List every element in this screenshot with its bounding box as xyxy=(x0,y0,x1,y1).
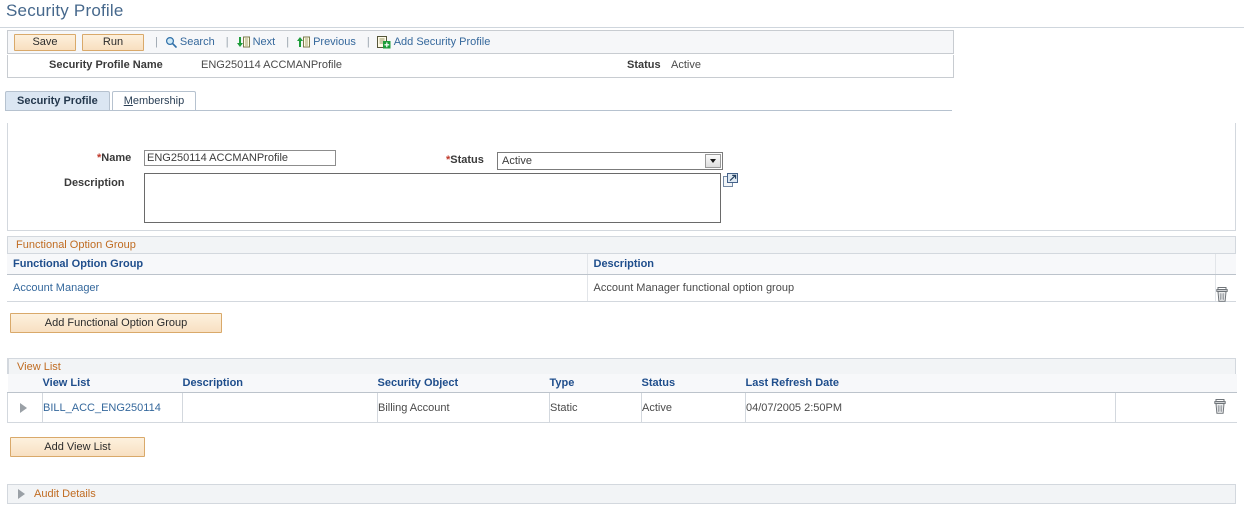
column-header-description: Description xyxy=(182,374,378,393)
table-header-row: Functional Option Group Description xyxy=(7,254,1236,275)
status-label: *Status xyxy=(446,154,484,166)
title-divider xyxy=(0,27,1244,28)
column-header-view-list: View List xyxy=(42,374,183,393)
audit-details-label: Audit Details xyxy=(34,488,96,500)
column-header-actions xyxy=(1115,374,1237,393)
record-name-label: Security Profile Name xyxy=(49,59,163,71)
previous-icon xyxy=(296,36,311,48)
section-header-functional-option-group: Functional Option Group xyxy=(7,236,1236,254)
tab-membership[interactable]: Membership xyxy=(111,91,197,111)
search-icon xyxy=(165,36,177,48)
trash-icon[interactable] xyxy=(1214,399,1226,414)
column-header-description: Description xyxy=(587,254,1216,275)
cell-description xyxy=(182,392,378,423)
column-header-status: Status xyxy=(641,374,746,393)
description-label: Description xyxy=(64,177,125,189)
table-row: Account Manager Account Manager function… xyxy=(7,274,1236,302)
add-security-profile-link[interactable]: Add Security Profile xyxy=(376,35,491,49)
functional-option-group-link[interactable]: Account Manager xyxy=(13,282,99,294)
chevron-right-icon[interactable] xyxy=(18,489,25,499)
search-link[interactable]: Search xyxy=(165,36,215,48)
column-header-last-refresh-date: Last Refresh Date xyxy=(745,374,1116,393)
toolbar-separator-3: | xyxy=(286,36,290,48)
chevron-right-icon[interactable] xyxy=(20,402,27,413)
chevron-down-icon[interactable] xyxy=(705,154,721,168)
expand-icon[interactable] xyxy=(723,173,738,188)
record-summary-bar: Security Profile Name ENG250114 ACCMANPr… xyxy=(7,55,954,78)
cell-functional-option-group: Account Manager xyxy=(7,274,588,302)
cell-last-refresh-date: 04/07/2005 2:50PM xyxy=(745,392,1116,423)
tab-bar: Security Profile Membership xyxy=(5,90,198,111)
description-textarea[interactable] xyxy=(144,173,721,223)
cell-expand xyxy=(7,392,43,423)
functional-option-group-table: Functional Option Group Description Acco… xyxy=(7,254,1236,302)
column-header-spacer xyxy=(7,374,43,393)
cell-type: Static xyxy=(549,392,642,423)
name-label-text: Name xyxy=(101,152,132,164)
toolbar: Save Run | Search | Next | Previous | Ad… xyxy=(7,30,954,54)
cell-status: Active xyxy=(641,392,746,423)
cell-security-object: Billing Account xyxy=(377,392,550,423)
table-row: BILL_ACC_ENG250114 Billing Account Stati… xyxy=(7,392,1237,423)
record-status-label: Status xyxy=(627,59,661,71)
tab-membership-accesskey: M xyxy=(123,95,133,107)
previous-link[interactable]: Previous xyxy=(296,36,356,48)
page-title: Security Profile xyxy=(6,1,124,20)
toolbar-separator-1: | xyxy=(155,36,158,48)
column-header-actions xyxy=(1215,254,1236,275)
table-header-row: View List Description Security Object Ty… xyxy=(7,374,1237,393)
add-functional-option-group-button[interactable]: Add Functional Option Group xyxy=(10,313,222,333)
column-header-security-object: Security Object xyxy=(377,374,550,393)
next-label: Next xyxy=(252,36,276,48)
view-list-table: View List Description Security Object Ty… xyxy=(7,374,1237,423)
tab-membership-label-rest: embership xyxy=(132,95,185,107)
status-dropdown[interactable]: Active xyxy=(497,152,723,170)
tab-bar-divider xyxy=(5,110,952,111)
save-button[interactable]: Save xyxy=(14,33,76,51)
column-header-functional-option-group: Functional Option Group xyxy=(7,254,588,275)
name-label: *Name xyxy=(97,152,131,164)
add-security-profile-label: Add Security Profile xyxy=(393,36,491,48)
add-view-list-button[interactable]: Add View List xyxy=(10,437,145,457)
run-button[interactable]: Run xyxy=(82,33,144,51)
next-link[interactable]: Next xyxy=(236,36,276,48)
record-status-value: Active xyxy=(671,59,701,71)
search-label: Search xyxy=(179,36,215,48)
toolbar-separator-2: | xyxy=(225,36,229,48)
record-name-value: ENG250114 ACCMANProfile xyxy=(201,59,343,71)
name-input[interactable] xyxy=(144,150,336,166)
add-security-profile-icon xyxy=(376,35,391,49)
tab-security-profile[interactable]: Security Profile xyxy=(5,91,110,111)
column-header-type: Type xyxy=(549,374,642,393)
status-dropdown-value: Active xyxy=(502,155,532,167)
cell-view-list: BILL_ACC_ENG250114 xyxy=(42,392,183,423)
cell-description: Account Manager functional option group xyxy=(587,274,1216,302)
toolbar-separator-4: | xyxy=(366,36,370,48)
status-label-text: Status xyxy=(450,154,484,166)
audit-details-section[interactable]: Audit Details xyxy=(7,484,1236,504)
next-icon xyxy=(236,36,250,48)
trash-icon[interactable] xyxy=(1216,287,1228,302)
previous-label: Previous xyxy=(313,36,356,48)
view-list-link[interactable]: BILL_ACC_ENG250114 xyxy=(43,402,161,414)
